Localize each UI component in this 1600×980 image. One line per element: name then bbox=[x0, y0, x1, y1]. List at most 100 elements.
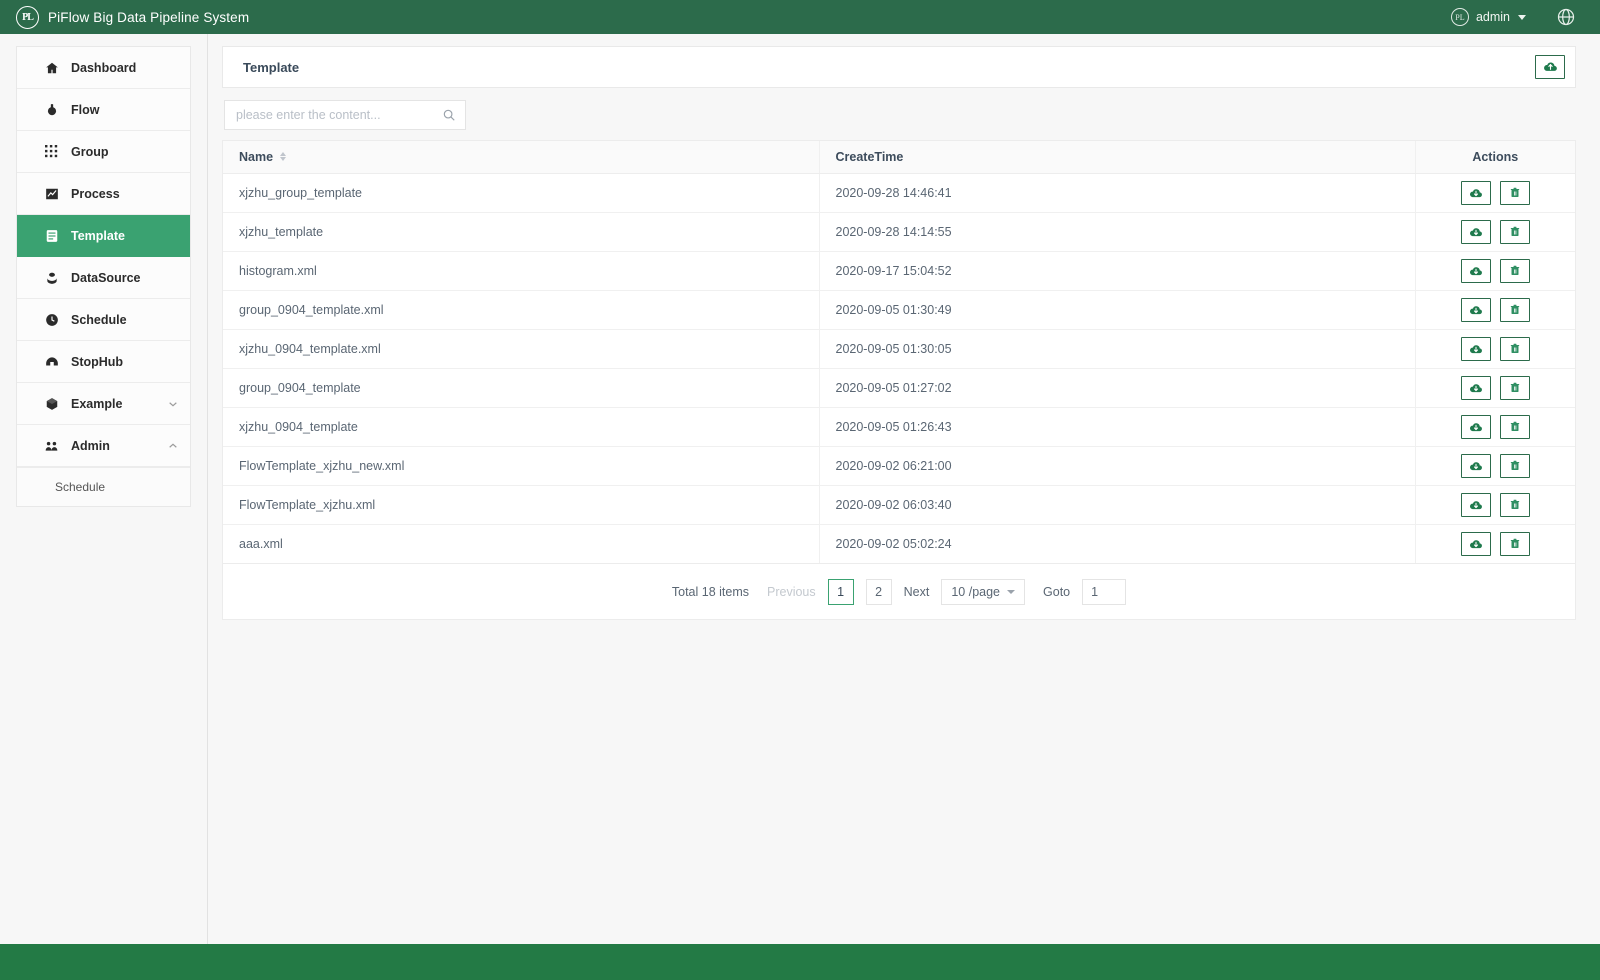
cell-name: FlowTemplate_xjzhu.xml bbox=[223, 485, 819, 524]
cell-name: aaa.xml bbox=[223, 524, 819, 563]
sidebar-item-label: Dashboard bbox=[71, 61, 178, 75]
delete-button[interactable] bbox=[1500, 415, 1530, 439]
download-button[interactable] bbox=[1461, 259, 1491, 283]
piflow-logo-icon: PL bbox=[16, 6, 39, 29]
download-button[interactable] bbox=[1461, 493, 1491, 517]
cell-actions bbox=[1415, 290, 1575, 329]
sidebar-item-template[interactable]: Template bbox=[17, 215, 190, 257]
cell-actions bbox=[1415, 485, 1575, 524]
sidebar-item-label: DataSource bbox=[71, 271, 178, 285]
user-name-label: admin bbox=[1476, 10, 1510, 24]
cell-name: FlowTemplate_xjzhu_new.xml bbox=[223, 446, 819, 485]
cell-createtime: 2020-09-02 05:02:24 bbox=[819, 524, 1415, 563]
sidebar-item-process[interactable]: Process bbox=[17, 173, 190, 215]
delete-button[interactable] bbox=[1500, 376, 1530, 400]
sidebar-subitem-label: Schedule bbox=[55, 480, 105, 494]
upload-template-button[interactable] bbox=[1535, 55, 1565, 79]
cell-name: xjzhu_template bbox=[223, 212, 819, 251]
cell-createtime: 2020-09-05 01:26:43 bbox=[819, 407, 1415, 446]
sidebar-subitem-schedule[interactable]: Schedule bbox=[17, 468, 190, 506]
cell-createtime: 2020-09-28 14:46:41 bbox=[819, 173, 1415, 212]
download-button[interactable] bbox=[1461, 415, 1491, 439]
pagination-total: Total 18 items bbox=[672, 585, 749, 599]
cell-name: group_0904_template.xml bbox=[223, 290, 819, 329]
cell-name: xjzhu_0904_template bbox=[223, 407, 819, 446]
delete-button[interactable] bbox=[1500, 337, 1530, 361]
sidebar-item-label: Template bbox=[71, 229, 178, 243]
download-button[interactable] bbox=[1461, 532, 1491, 556]
goto-input[interactable] bbox=[1082, 579, 1126, 605]
table-row: FlowTemplate_xjzhu_new.xml2020-09-02 06:… bbox=[223, 446, 1575, 485]
cell-actions bbox=[1415, 524, 1575, 563]
download-button[interactable] bbox=[1461, 298, 1491, 322]
table-row: xjzhu_0904_template.xml2020-09-05 01:30:… bbox=[223, 329, 1575, 368]
cell-createtime: 2020-09-05 01:27:02 bbox=[819, 368, 1415, 407]
chevron-down-icon bbox=[1518, 15, 1526, 20]
cell-actions bbox=[1415, 407, 1575, 446]
table-body: xjzhu_group_template2020-09-28 14:46:41x… bbox=[223, 173, 1575, 563]
cell-actions bbox=[1415, 329, 1575, 368]
download-button[interactable] bbox=[1461, 181, 1491, 205]
cell-createtime: 2020-09-17 15:04:52 bbox=[819, 251, 1415, 290]
sidebar-item-label: Group bbox=[71, 145, 178, 159]
cell-name: xjzhu_0904_template.xml bbox=[223, 329, 819, 368]
flow-icon bbox=[43, 103, 60, 117]
cell-name: xjzhu_group_template bbox=[223, 173, 819, 212]
sort-icon[interactable] bbox=[280, 152, 286, 161]
users-icon bbox=[43, 439, 60, 453]
chevron-up-icon bbox=[168, 441, 178, 451]
sidebar-item-stophub[interactable]: StopHub bbox=[17, 341, 190, 383]
body-wrapper: Dashboard Flow bbox=[0, 34, 1600, 944]
stophub-icon bbox=[43, 355, 60, 369]
delete-button[interactable] bbox=[1500, 493, 1530, 517]
document-icon bbox=[43, 229, 60, 243]
column-header-name[interactable]: Name bbox=[223, 141, 819, 173]
footer-bar bbox=[0, 944, 1600, 980]
goto-label: Goto bbox=[1043, 585, 1070, 599]
page-size-select[interactable]: 10 /page bbox=[941, 579, 1025, 605]
pagination-page-1[interactable]: 1 bbox=[828, 579, 854, 605]
cell-createtime: 2020-09-05 01:30:05 bbox=[819, 329, 1415, 368]
column-label-name: Name bbox=[239, 150, 273, 164]
search-box[interactable] bbox=[224, 100, 466, 130]
sidebar-item-flow[interactable]: Flow bbox=[17, 89, 190, 131]
search-input[interactable] bbox=[225, 101, 465, 129]
delete-button[interactable] bbox=[1500, 298, 1530, 322]
sidebar-item-group[interactable]: Group bbox=[17, 131, 190, 173]
delete-button[interactable] bbox=[1500, 181, 1530, 205]
pagination-page-2[interactable]: 2 bbox=[866, 579, 892, 605]
sidebar-menu: Dashboard Flow bbox=[16, 46, 191, 507]
home-icon bbox=[43, 61, 60, 75]
pagination-previous[interactable]: Previous bbox=[767, 585, 816, 599]
download-button[interactable] bbox=[1461, 376, 1491, 400]
pagination-next[interactable]: Next bbox=[904, 585, 930, 599]
app-root: PL PiFlow Big Data Pipeline System PL ad… bbox=[0, 0, 1600, 980]
pagination: Total 18 items Previous 1 2 Next 10 /pag… bbox=[222, 564, 1576, 620]
clock-icon bbox=[43, 313, 60, 327]
sidebar-item-admin[interactable]: Admin bbox=[17, 425, 190, 467]
sidebar-item-dashboard[interactable]: Dashboard bbox=[17, 47, 190, 89]
avatar: PL bbox=[1451, 8, 1469, 26]
download-button[interactable] bbox=[1461, 454, 1491, 478]
user-menu[interactable]: PL admin bbox=[1451, 8, 1526, 26]
cell-actions bbox=[1415, 173, 1575, 212]
search-icon[interactable] bbox=[442, 108, 456, 122]
column-header-actions: Actions bbox=[1415, 141, 1575, 173]
globe-icon[interactable] bbox=[1556, 7, 1576, 27]
sidebar-item-example[interactable]: Example bbox=[17, 383, 190, 425]
cell-actions bbox=[1415, 212, 1575, 251]
delete-button[interactable] bbox=[1500, 259, 1530, 283]
chart-icon bbox=[43, 187, 60, 201]
database-icon bbox=[43, 271, 60, 285]
delete-button[interactable] bbox=[1500, 532, 1530, 556]
chevron-down-icon bbox=[168, 399, 178, 409]
delete-button[interactable] bbox=[1500, 220, 1530, 244]
sidebar-item-datasource[interactable]: DataSource bbox=[17, 257, 190, 299]
download-button[interactable] bbox=[1461, 220, 1491, 244]
delete-button[interactable] bbox=[1500, 454, 1530, 478]
logo-text: PL bbox=[22, 12, 33, 23]
cell-createtime: 2020-09-28 14:14:55 bbox=[819, 212, 1415, 251]
grid-icon bbox=[43, 145, 60, 158]
download-button[interactable] bbox=[1461, 337, 1491, 361]
sidebar-item-schedule[interactable]: Schedule bbox=[17, 299, 190, 341]
